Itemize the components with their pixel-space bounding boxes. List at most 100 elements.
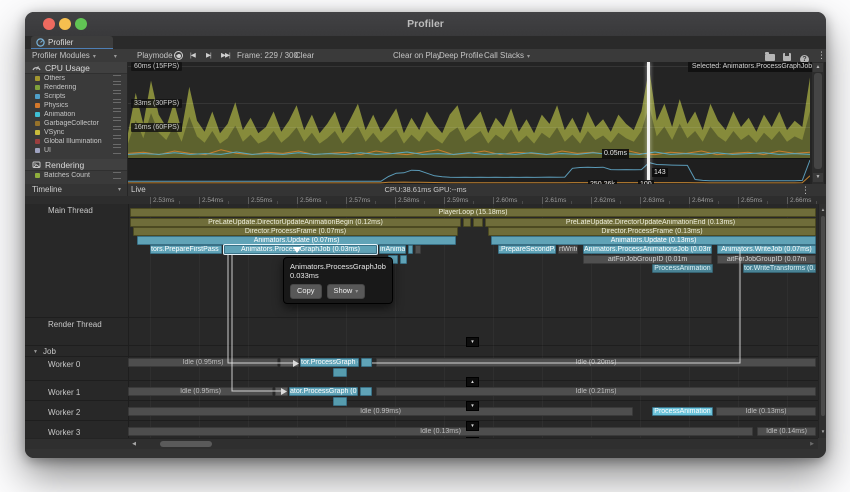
timeline-sample-bar[interactable]: rtWrite — [558, 245, 578, 254]
legend-item-rendering[interactable]: Rendering — [25, 83, 127, 92]
clear-button[interactable]: Clear — [295, 49, 314, 62]
live-label[interactable]: Live — [131, 184, 146, 196]
drag-handle-icon[interactable] — [113, 147, 121, 154]
foldout-triangle-icon[interactable]: ▼ — [33, 349, 38, 355]
cpu-usage-module-header[interactable]: CPU Usage — [25, 62, 127, 74]
thread-label-worker-1[interactable]: Worker 1 — [48, 388, 80, 397]
rendering-module-header[interactable]: Rendering — [25, 159, 127, 171]
idle-bar[interactable]: Idle (0.20ms) — [376, 358, 816, 367]
flow-event-marker[interactable]: ▲ — [466, 377, 479, 387]
timeline-sample-bar[interactable]: .PrepareSecondPass — [498, 245, 556, 254]
legend-item-animation[interactable]: Animation — [25, 110, 127, 119]
prev-frame-button[interactable]: |◀ — [190, 49, 195, 62]
show-dropdown-button[interactable]: Show▾ — [327, 284, 366, 299]
timeline-sample-bar[interactable] — [400, 255, 407, 264]
timeline-sample-bar[interactable] — [333, 368, 347, 377]
window-menu-button[interactable]: ⋮ — [817, 49, 826, 62]
idle-bar[interactable]: Idle (0.13ms) — [128, 427, 753, 436]
thread-label-render-thread[interactable]: Render Thread — [48, 320, 102, 329]
timeline-sample-bar[interactable] — [333, 397, 347, 406]
timeline-sample-bar[interactable]: tor.WriteTransforms (0. — [743, 264, 816, 273]
drag-handle-icon[interactable] — [113, 75, 121, 82]
window-titlebar[interactable]: Profiler — [25, 12, 826, 37]
horizontal-scrollbar-thumb[interactable] — [160, 441, 212, 447]
idle-bar[interactable]: Idle (0.21ms) — [376, 387, 816, 396]
timeline-sample-bar[interactable]: aitForJobGroupID (0.01m — [583, 255, 712, 264]
copy-button[interactable]: Copy — [290, 284, 322, 299]
scroll-up-icon[interactable]: ▲ — [813, 63, 823, 72]
playmode-dropdown[interactable]: Playmode▾ — [137, 49, 179, 62]
timeline-sample-bar[interactable]: PlayerLoop (15.18ms) — [130, 208, 816, 217]
drag-handle-icon[interactable] — [113, 111, 121, 118]
timeline-sample-bar[interactable] — [361, 358, 372, 367]
legend-item-batches-count[interactable]: Batches Count — [25, 171, 127, 180]
thread-label-worker-3[interactable]: Worker 3 — [48, 428, 80, 437]
idle-bar[interactable]: Idle (0.95ms) — [128, 387, 273, 396]
timeline-sample-bar[interactable]: Animators.Update (0.07ms) — [137, 236, 456, 245]
deep-profile-button[interactable]: Deep Profile — [439, 49, 483, 62]
chart-pane[interactable]: 60ms (15FPS) 33ms (30FPS) 16ms (60FPS) 1… — [128, 62, 826, 184]
scroll-left-icon[interactable]: ◀ — [129, 439, 139, 449]
legend-item-ui[interactable]: UI — [25, 146, 127, 155]
timeline-sample-bar[interactable] — [360, 387, 372, 396]
flow-event-marker[interactable]: ▼ — [466, 401, 479, 411]
vertical-scrollbar-thumb[interactable] — [821, 216, 825, 416]
drag-handle-icon[interactable] — [113, 102, 121, 109]
timeline-sample-bar[interactable]: inAnimat — [379, 245, 406, 254]
thread-label-job[interactable]: Job — [43, 347, 56, 356]
rendering-chart-strip[interactable]: 143 250.26k 100 — [128, 158, 810, 184]
timeline-sample-bar[interactable] — [473, 218, 483, 227]
legend-item-scripts[interactable]: Scripts — [25, 92, 127, 101]
legend-item-garbagecollector[interactable]: GarbageCollector — [25, 119, 127, 128]
record-button[interactable] — [174, 49, 183, 62]
profiler-modules-dropdown[interactable]: Profiler Modules▾▾ — [32, 49, 117, 62]
timeline-sample-bar[interactable]: ProcessAnimation — [652, 407, 713, 416]
idle-bar[interactable]: Idle (0.99ms) — [128, 407, 633, 416]
timeline-sample-bar[interactable] — [275, 387, 288, 396]
timeline-menu-button[interactable]: ⋮ — [801, 184, 810, 196]
flow-event-marker[interactable]: ▼ — [466, 421, 479, 431]
drag-handle-icon[interactable] — [113, 120, 121, 127]
drag-handle-icon[interactable] — [113, 129, 121, 136]
timeline-sample-bar[interactable]: Director.ProcessFrame (0.07ms) — [133, 227, 458, 236]
timeline-sample-bar[interactable]: PreLateUpdate.DirectorUpdateAnimationEnd… — [485, 218, 816, 227]
timeline-sample-bar[interactable]: tor.ProcessGraph (0. — [300, 358, 359, 367]
scroll-down-icon[interactable]: ▼ — [813, 173, 823, 182]
current-frame-button[interactable]: ▶▶| — [221, 49, 230, 62]
idle-bar[interactable]: Idle (0.14ms) — [757, 427, 816, 436]
scroll-right-icon[interactable]: ▶ — [807, 439, 817, 449]
timeline-sample-bar[interactable]: Animators.WriteJob (0.07ms) — [717, 245, 816, 254]
scroll-up-icon[interactable]: ▲ — [819, 205, 826, 215]
chart-scrollbar[interactable]: ▲ ▼ — [812, 62, 824, 184]
thread-label-main-thread[interactable]: Main Thread — [48, 206, 93, 215]
call-stacks-dropdown[interactable]: Call Stacks▾ — [484, 49, 530, 62]
timeline-horizontal-scrollbar[interactable]: ◀ ▶ — [128, 438, 818, 449]
timeline-sample-bar[interactable] — [415, 245, 421, 254]
legend-item-vsync[interactable]: VSync — [25, 128, 127, 137]
scroll-down-icon[interactable]: ▼ — [819, 427, 826, 437]
chart-scrollbar-thumb[interactable] — [814, 73, 822, 169]
timeline-sample-bar[interactable]: Director.ProcessFrame (0.13ms) — [488, 227, 816, 236]
timeline-sample-bar[interactable]: Animators.Update (0.13ms) — [491, 236, 816, 245]
legend-item-global-illumination[interactable]: Global Illumination — [25, 137, 127, 146]
help-button[interactable]: ? — [800, 49, 809, 62]
legend-item-physics[interactable]: Physics — [25, 101, 127, 110]
legend-item-others[interactable]: Others — [25, 74, 127, 83]
timeline-sample-bar[interactable]: Animators.ProcessAnimationsJob (0.03ms) — [583, 245, 712, 254]
load-profile-button[interactable] — [765, 49, 775, 62]
timeline-sample-bar[interactable]: ProcessAnimation — [652, 264, 713, 273]
selected-frame-line[interactable] — [647, 62, 650, 184]
drag-handle-icon[interactable] — [113, 93, 121, 100]
drag-handle-icon[interactable] — [113, 138, 121, 145]
timeline-sample-bar[interactable] — [280, 358, 299, 367]
flow-event-marker[interactable]: ▼ — [466, 437, 479, 438]
timeline-body[interactable]: Animators.ProcessGraphJob 0.033ms Copy S… — [25, 204, 826, 438]
timeline-sample-bar[interactable] — [463, 218, 471, 227]
next-frame-button[interactable]: ▶| — [206, 49, 211, 62]
timeline-sample-bar[interactable] — [408, 245, 413, 254]
thread-label-worker-2[interactable]: Worker 2 — [48, 408, 80, 417]
idle-bar[interactable]: Idle (0.13ms) — [716, 407, 816, 416]
flow-event-marker[interactable]: ▼ — [466, 337, 479, 347]
timeline-sample-bar[interactable]: tors.PrepareFirstPass (0. — [150, 245, 222, 254]
timeline-vertical-scrollbar[interactable]: ▲ ▼ — [818, 204, 826, 438]
